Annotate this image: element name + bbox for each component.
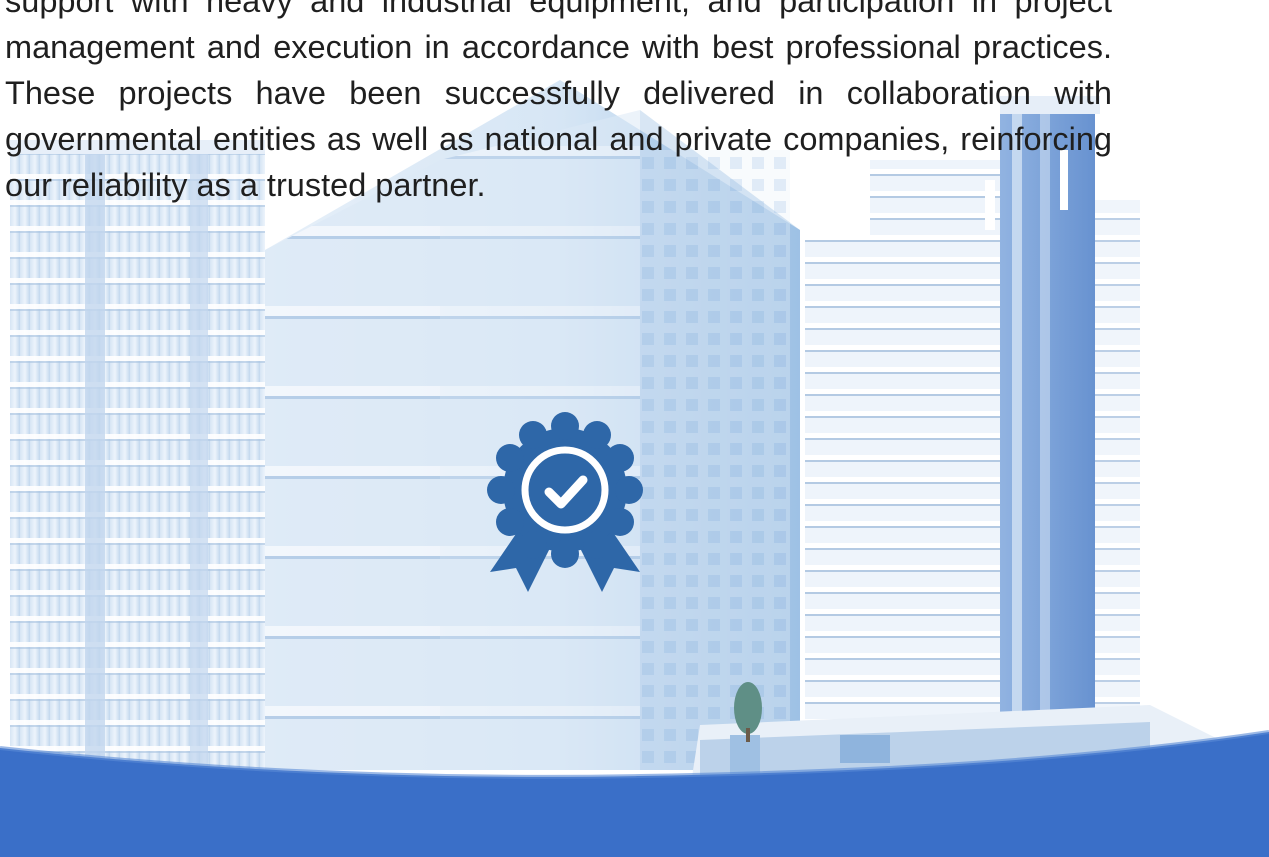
decorative-wave-footer	[0, 730, 1269, 857]
page: support with heavy and industrial equipm…	[0, 0, 1269, 857]
body-paragraph: support with heavy and industrial equipm…	[5, 0, 1112, 203]
quality-badge-icon	[487, 412, 643, 592]
